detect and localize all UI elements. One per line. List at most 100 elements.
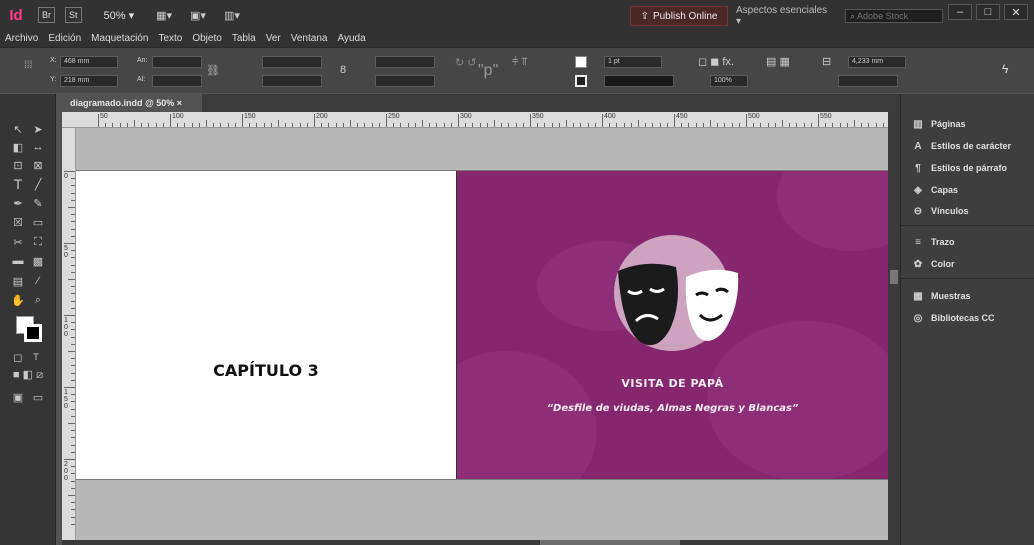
document-canvas[interactable]: CAPÍTULO 3 VISITA DE PAPÁ “Desfile de vi… <box>76 128 888 540</box>
show-title[interactable]: VISITA DE PAPÁ <box>457 377 888 390</box>
horizontal-scroll-thumb[interactable] <box>540 540 680 545</box>
ruler-label: 0 <box>64 173 68 180</box>
stroke-swatch-icon[interactable] <box>575 75 587 87</box>
direct-selection-tool-icon[interactable]: ➤ <box>30 122 46 136</box>
menu-ayuda[interactable]: Ayuda <box>332 33 370 44</box>
maximize-button[interactable]: □ <box>976 4 1000 20</box>
shear-field[interactable] <box>375 75 435 87</box>
type-tool-icon[interactable]: T <box>10 176 26 192</box>
workspace-switcher[interactable]: Aspectos esenciales ▾ <box>736 5 834 27</box>
panel-item-links[interactable]: ⊖ Vínculos <box>911 205 969 217</box>
menu-texto[interactable]: Texto <box>153 33 187 44</box>
reference-point-icon[interactable]: ⁞⁞⁞ <box>24 60 32 71</box>
selection-tool-icon[interactable]: ↖ <box>10 122 26 136</box>
stroke-type-field[interactable] <box>604 75 674 87</box>
ruler-tick <box>98 114 99 127</box>
x-position-field[interactable]: 468 mm <box>60 56 118 68</box>
gradient-tool-icon[interactable]: ▬ <box>10 254 26 268</box>
view-options-icon[interactable]: ▦▾ <box>156 9 172 22</box>
adobe-stock-search[interactable]: ⌕ Adobe Stock <box>845 9 943 23</box>
pencil-tool-icon[interactable]: ✎ <box>30 196 46 210</box>
panel-item-layers[interactable]: ◈ Capas <box>911 184 958 196</box>
note-tool-icon[interactable]: ▤ <box>10 274 26 288</box>
panel-item-paragraph-styles[interactable]: ¶ Estilos de párrafo <box>911 162 1007 174</box>
rectangle-tool-icon[interactable]: ▭ <box>30 215 46 229</box>
zoom-dropdown[interactable]: 50% ▾ <box>104 9 135 22</box>
formatting-container-icon[interactable]: ◻ <box>10 350 26 364</box>
menu-ver[interactable]: Ver <box>261 33 286 44</box>
gradient-feather-tool-icon[interactable]: ▩ <box>30 254 46 268</box>
vertical-scrollbar[interactable] <box>888 112 900 540</box>
rotate-icon[interactable]: ↻ ↺ <box>455 56 477 69</box>
frame-fitting-icon[interactable]: ◻ ◼ fx. <box>698 55 734 68</box>
minimize-button[interactable]: – <box>948 4 972 20</box>
scissors-tool-icon[interactable]: ✂ <box>10 235 26 249</box>
horizontal-ruler[interactable]: 50 100 150 200 250 300 350 400 450 500 550 <box>62 112 888 128</box>
publish-online-button[interactable]: ⇪ Publish Online <box>630 6 728 26</box>
height-field[interactable] <box>152 75 202 87</box>
arrange-documents-icon[interactable]: ▥▾ <box>224 9 240 22</box>
panel-item-color[interactable]: ✿ Color <box>911 258 955 270</box>
theater-masks-icon[interactable] <box>612 259 742 349</box>
stock-button[interactable]: St <box>65 7 82 23</box>
menu-ventana[interactable]: Ventana <box>286 33 333 44</box>
text-frame-icon[interactable]: "p" <box>478 62 498 80</box>
vertical-scroll-thumb[interactable] <box>890 270 898 284</box>
stroke-weight-field[interactable]: 1 pt <box>604 56 662 68</box>
hand-tool-icon[interactable]: ✋ <box>10 293 26 307</box>
color-field[interactable] <box>838 75 898 87</box>
panel-item-character-styles[interactable]: A Estilos de carácter <box>911 140 1011 152</box>
scale-x-field[interactable] <box>262 56 322 68</box>
menu-maquetacion[interactable]: Maquetación <box>86 33 153 44</box>
bridge-button[interactable]: Br <box>38 7 55 23</box>
content-collector-icon[interactable]: ⊡ <box>10 158 26 172</box>
panel-item-cc-libraries[interactable]: ◎ Bibliotecas CC <box>911 312 995 324</box>
status-bar <box>62 540 900 545</box>
page-tool-icon[interactable]: ◧ <box>10 140 26 154</box>
page-right[interactable]: VISITA DE PAPÁ “Desfile de viudas, Almas… <box>457 171 888 479</box>
zoom-tool-icon[interactable]: ⌕ <box>30 293 46 307</box>
eyedropper-tool-icon[interactable]: ⁄ <box>30 274 46 288</box>
menu-edicion[interactable]: Edición <box>43 33 86 44</box>
constrain-proportions-icon[interactable]: ⛓ <box>206 64 220 77</box>
pen-tool-icon[interactable]: ✒ <box>10 196 26 210</box>
line-tool-icon[interactable]: ╱ <box>30 177 46 191</box>
text-wrap-icons[interactable]: ▤ ▦ <box>766 55 790 68</box>
rotation-field[interactable] <box>375 56 435 68</box>
vertical-ruler[interactable]: 0 50 100 150 200 <box>62 128 76 540</box>
panel-item-pages[interactable]: ▥ Páginas <box>911 118 965 130</box>
stroke-swatch[interactable] <box>24 324 42 342</box>
scale-y-field[interactable] <box>262 75 322 87</box>
menu-archivo[interactable]: Archivo <box>0 33 43 44</box>
rectangle-frame-tool-icon[interactable]: ☒ <box>10 215 26 229</box>
gap-tool-icon[interactable]: ↔ <box>30 140 46 154</box>
free-transform-tool-icon[interactable]: ⛶ <box>30 235 46 249</box>
menu-tabla[interactable]: Tabla <box>227 33 261 44</box>
panel-item-swatches[interactable]: ▦ Muestras <box>911 290 970 302</box>
opacity-field[interactable]: 100% <box>710 75 748 87</box>
align-icons[interactable]: ⫩ ⫪ <box>512 56 528 69</box>
scale-link-icon[interactable]: 8 <box>340 64 346 76</box>
screen-mode-preview-icon[interactable]: ▭ <box>30 390 46 404</box>
panel-item-stroke[interactable]: ≡ Trazo <box>911 236 955 248</box>
ruler-tick <box>602 114 603 127</box>
formatting-text-icon[interactable]: T <box>28 350 44 364</box>
tab-document[interactable]: diagramado.indd @ 50% × <box>62 94 202 112</box>
dimension-field[interactable]: 4,233 mm <box>848 56 906 68</box>
menu-objeto[interactable]: Objeto <box>187 33 226 44</box>
show-subtitle[interactable]: “Desfile de viudas, Almas Negras y Blanc… <box>457 403 888 414</box>
lightning-icon[interactable]: ϟ <box>1002 62 1008 76</box>
screen-mode-normal-icon[interactable]: ▣ <box>10 390 26 404</box>
panel-divider <box>901 278 1034 279</box>
panel-label: Trazo <box>931 237 955 247</box>
screen-mode-icon[interactable]: ▣▾ <box>190 9 206 22</box>
fill-none-icon[interactable] <box>575 56 587 68</box>
column-icon[interactable]: ⊟ <box>822 55 831 68</box>
width-field[interactable] <box>152 56 202 68</box>
y-position-field[interactable]: 218 mm <box>60 75 118 87</box>
content-placer-icon[interactable]: ⊠ <box>30 158 46 172</box>
page-left[interactable]: CAPÍTULO 3 <box>76 171 457 479</box>
apply-color-icons[interactable]: ■ ◧ ⧄ <box>8 368 48 382</box>
close-button[interactable]: ✕ <box>1004 4 1028 20</box>
chapter-title[interactable]: CAPÍTULO 3 <box>171 361 361 380</box>
